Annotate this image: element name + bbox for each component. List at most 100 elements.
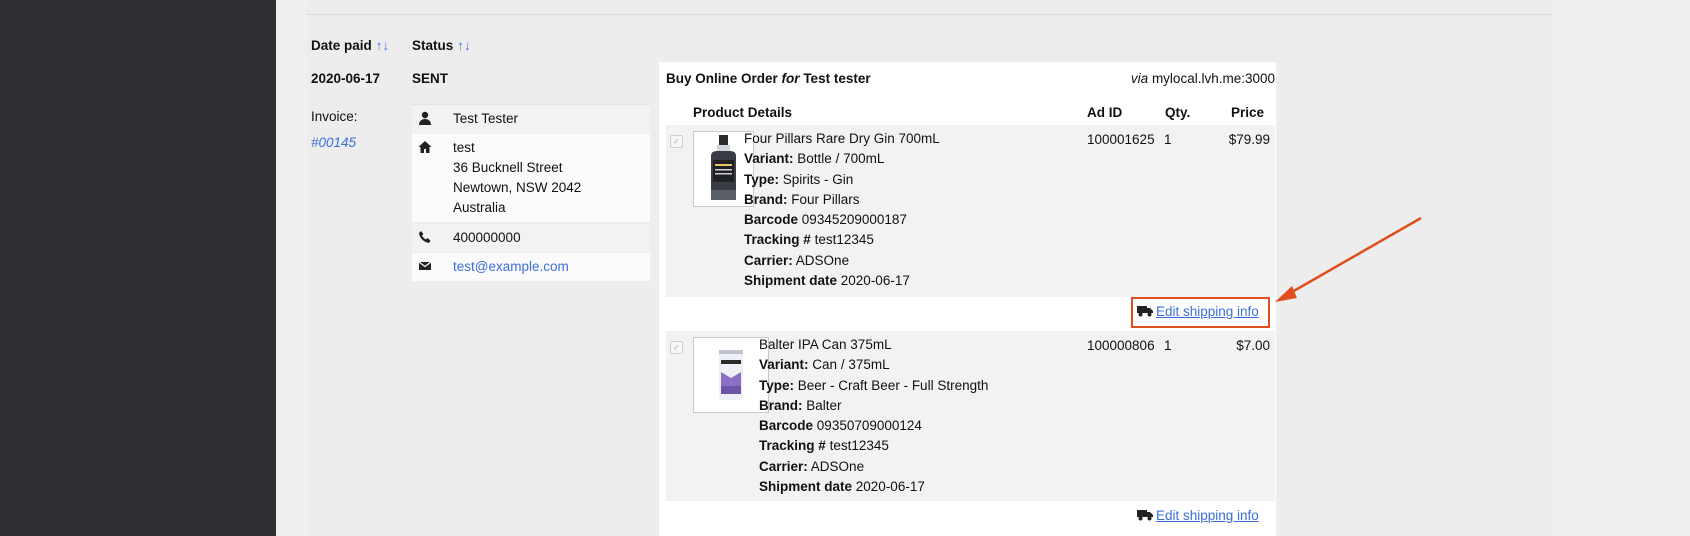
tracking-value: test12345 — [814, 232, 874, 248]
person-icon — [419, 111, 431, 125]
address-line: Australia — [453, 200, 506, 215]
contact-phone-row: 400000000 — [412, 224, 650, 252]
barcode-line: Barcode 09345209000187 — [744, 210, 940, 230]
tracking-value: test12345 — [829, 438, 889, 454]
status-value: SENT — [412, 71, 449, 86]
contact-address-row: test 36 Bucknell Street Newtown, NSW 204… — [412, 134, 650, 222]
annotation-arrow-icon — [1275, 216, 1422, 302]
type-label: Type: — [759, 377, 795, 393]
via-label: via — [1130, 71, 1149, 86]
brand-label: Brand: — [744, 191, 788, 207]
carrier-label: Carrier: — [744, 252, 793, 268]
type-label: Type: — [744, 171, 780, 187]
column-header-status[interactable]: Status ↑↓ — [412, 38, 471, 53]
column-header-date-paid[interactable]: Date paid ↑↓ — [311, 38, 389, 53]
shipment-label: Shipment date — [744, 273, 838, 289]
type-value: Beer - Craft Beer - Full Strength — [797, 377, 989, 393]
barcode-line: Barcode 09350709000124 — [759, 416, 988, 436]
type-value: Spirits - Gin — [782, 171, 854, 187]
brand-value: Balter — [806, 397, 842, 413]
order-source: via mylocal.lvh.me:3000 — [1131, 71, 1275, 86]
type-line: Type: Spirits - Gin — [744, 170, 940, 190]
barcode-label: Barcode — [744, 212, 799, 228]
phone-icon — [419, 231, 431, 243]
qty-value: 1 — [1164, 338, 1172, 353]
contact-phone: 400000000 — [453, 230, 521, 245]
order-customer: Test tester — [803, 71, 871, 86]
carrier-label: Carrier: — [759, 458, 808, 474]
envelope-icon — [418, 261, 432, 270]
price-value: $7.00 — [1236, 338, 1270, 353]
carrier-value: ADSOne — [795, 252, 850, 268]
contact-name: Test Tester — [453, 111, 519, 126]
header-ad-id: Ad ID — [1087, 105, 1123, 120]
shipment-label: Shipment date — [759, 479, 853, 495]
qty-value: 1 — [1164, 132, 1172, 147]
contact-address: test 36 Bucknell Street Newtown, NSW 204… — [453, 138, 581, 218]
shipment-value: 2020-06-17 — [840, 273, 910, 289]
sort-arrows-icon[interactable]: ↑↓ — [457, 38, 471, 53]
address-line: 36 Bucknell Street — [453, 160, 563, 175]
variant-label: Variant: — [759, 357, 809, 373]
brand-label: Brand: — [759, 397, 803, 413]
ad-id-value: 100001625 — [1087, 132, 1155, 147]
item-checkbox[interactable]: ✓ — [670, 341, 683, 354]
shipping-row: Edit shipping info — [666, 501, 1275, 533]
contact-email-link[interactable]: test@example.com — [453, 257, 569, 277]
edit-shipping-info-link[interactable]: Edit shipping info — [1156, 508, 1259, 523]
tracking-label: Tracking # — [744, 232, 811, 248]
contact-email-row[interactable]: test@example.com — [412, 253, 650, 281]
header-qty: Qty. — [1165, 105, 1191, 120]
variant-value: Can / 375mL — [812, 357, 890, 373]
address-line: Newtown, NSW 2042 — [453, 180, 582, 195]
carrier-line: Carrier: ADSOne — [759, 457, 988, 477]
barcode-value: 09345209000187 — [801, 212, 907, 228]
product-details: Balter IPA Can 375mL Variant: Can / 375m… — [759, 335, 988, 497]
brand-value: Four Pillars — [791, 191, 860, 207]
carrier-line: Carrier: ADSOne — [744, 251, 940, 271]
price-value: $79.99 — [1228, 132, 1270, 147]
product-name: Four Pillars Rare Dry Gin 700mL — [744, 131, 940, 146]
barcode-value: 09350709000124 — [816, 418, 922, 434]
via-host: mylocal.lvh.me:3000 — [1151, 71, 1275, 86]
dark-sidebar — [0, 0, 276, 536]
variant-value: Bottle / 700mL — [797, 151, 885, 167]
invoice-label: Invoice: — [311, 109, 358, 124]
item-checkbox[interactable]: ✓ — [670, 135, 683, 148]
variant-line: Variant: Can / 375mL — [759, 355, 988, 375]
sort-arrows-icon[interactable]: ↑↓ — [376, 38, 390, 53]
ad-id-value: 100000806 — [1087, 338, 1155, 353]
order-title: Buy Online Order for Test tester — [666, 71, 871, 86]
tracking-line: Tracking # test12345 — [744, 230, 940, 250]
product-details: Four Pillars Rare Dry Gin 700mL Variant:… — [744, 129, 940, 291]
order-title-prefix: Buy Online Order — [666, 71, 778, 86]
truck-icon — [1137, 510, 1153, 521]
date-paid-value: 2020-06-17 — [311, 71, 381, 86]
address-line: test — [453, 140, 475, 155]
barcode-label: Barcode — [759, 418, 814, 434]
variant-line: Variant: Bottle / 700mL — [744, 149, 940, 169]
divider — [307, 14, 1552, 15]
annotation-highlight-box — [1131, 297, 1270, 328]
shipment-line: Shipment date 2020-06-17 — [744, 271, 940, 291]
tracking-line: Tracking # test12345 — [759, 436, 988, 456]
header-price: Price — [1231, 105, 1265, 120]
beer-can-image — [693, 337, 769, 413]
type-line: Type: Beer - Craft Beer - Full Strength — [759, 376, 988, 396]
shipment-line: Shipment date 2020-06-17 — [759, 477, 988, 497]
order-title-for: for — [781, 71, 800, 86]
product-name: Balter IPA Can 375mL — [759, 337, 892, 352]
carrier-value: ADSOne — [810, 458, 865, 474]
brand-line: Brand: Balter — [759, 396, 988, 416]
variant-label: Variant: — [744, 151, 794, 167]
status-label: Status — [412, 38, 454, 53]
home-icon — [418, 141, 432, 153]
contact-name-row: Test Tester — [412, 104, 650, 135]
shipment-value: 2020-06-17 — [855, 479, 925, 495]
product-row: ✓ Four Pillars Rare Dry Gin 700mL Varian… — [666, 125, 1275, 297]
product-row: ✓ Balter IPA Can 375mL Variant: Can / 37… — [666, 331, 1275, 501]
header-product-details: Product Details — [693, 105, 793, 120]
tracking-label: Tracking # — [759, 438, 826, 454]
invoice-link[interactable]: #00145 — [311, 135, 356, 150]
brand-line: Brand: Four Pillars — [744, 190, 940, 210]
